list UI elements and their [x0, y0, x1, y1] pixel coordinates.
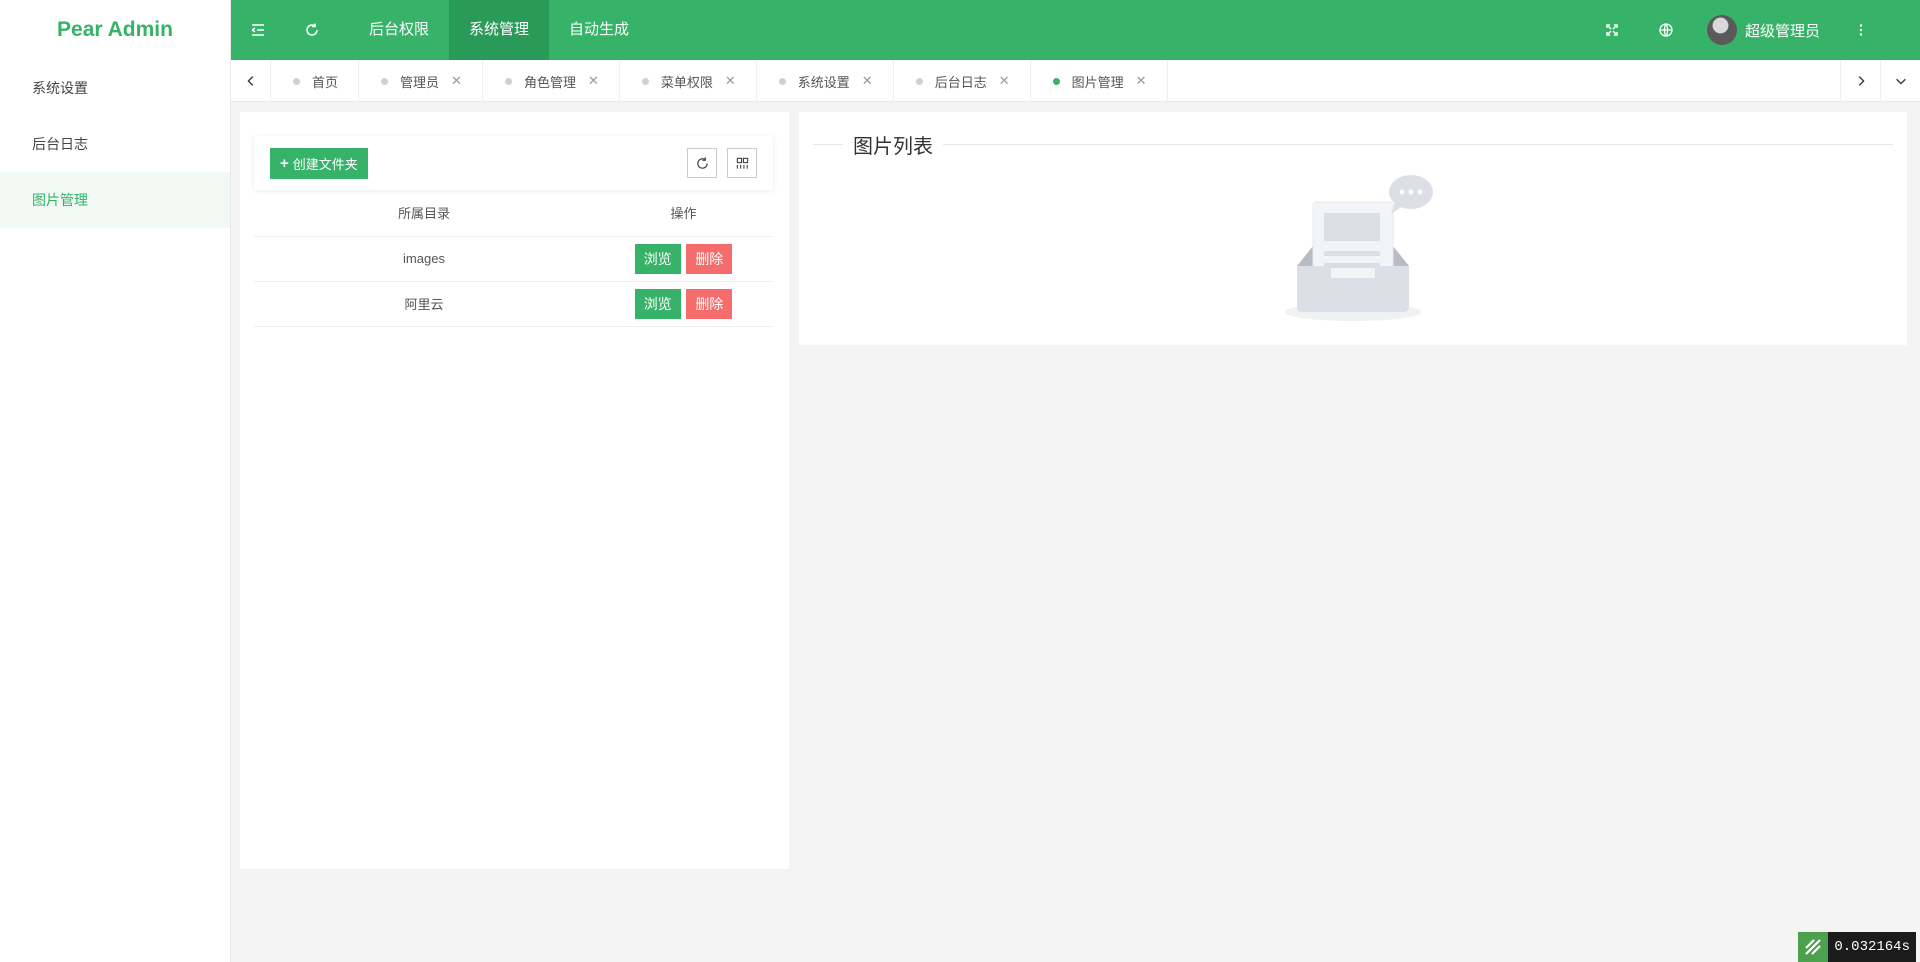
tab-list: 首页 管理员 ✕ 角色管理 ✕ 菜单权限 ✕ 系统设置 ✕ 后台日志 ✕ 图片管…	[271, 60, 1840, 102]
empty-inbox-icon	[1285, 175, 1433, 321]
tab-label: 后台日志	[934, 74, 987, 90]
image-list-legend: 图片列表	[813, 132, 1893, 158]
tab-menu-permissions[interactable]: 菜单权限 ✕	[620, 60, 757, 102]
top-nav: 后台权限 系统管理 自动生成	[349, 0, 649, 60]
image-list-title: 图片列表	[853, 135, 933, 158]
folder-toolbar: + 创建文件夹	[254, 136, 773, 190]
fullscreen-icon[interactable]	[1585, 0, 1639, 60]
nav-item-permissions[interactable]: 后台权限	[349, 0, 449, 60]
refresh-icon[interactable]	[687, 148, 717, 178]
tab-label: 系统设置	[797, 74, 850, 90]
nav-item-system[interactable]: 系统管理	[449, 0, 550, 60]
tab-dot-icon	[293, 77, 300, 85]
plus-icon: +	[280, 154, 289, 172]
tab-label: 角色管理	[523, 74, 576, 90]
create-folder-label: 创建文件夹	[292, 156, 358, 172]
toolbar-icons	[687, 148, 757, 178]
tab-label: 管理员	[400, 74, 440, 90]
browse-button[interactable]: 浏览	[634, 243, 681, 274]
close-icon[interactable]: ✕	[725, 73, 736, 89]
sidebar-item-system-settings[interactable]: 系统设置	[0, 60, 230, 116]
tab-label: 首页	[312, 74, 339, 90]
delete-button[interactable]: 删除	[686, 288, 733, 319]
delete-button[interactable]: 删除	[686, 243, 733, 274]
tab-dot-icon	[641, 77, 649, 85]
legend-line	[943, 143, 1893, 145]
row-actions: 浏览 删除	[594, 236, 773, 282]
close-icon[interactable]: ✕	[999, 73, 1010, 89]
sidebar: Pear Admin 系统设置 后台日志 图片管理	[0, 0, 231, 962]
user-name: 超级管理员	[1744, 22, 1820, 40]
debug-timer[interactable]: 0.032164s	[1798, 932, 1916, 962]
debugbar-logo-icon	[1798, 932, 1829, 962]
folder-table: 所属目录 操作 images 浏览 删除 阿里云 浏览 删除	[254, 190, 773, 327]
table-header-row: 所属目录 操作	[254, 190, 773, 237]
globe-icon[interactable]	[1639, 0, 1693, 60]
tab-dot-icon	[1052, 77, 1060, 85]
app-logo[interactable]: Pear Admin	[0, 0, 230, 60]
tab-logs[interactable]: 后台日志 ✕	[894, 60, 1031, 102]
timer-value: 0.032164s	[1834, 939, 1910, 955]
sidebar-menu: 系统设置 后台日志 图片管理	[0, 60, 230, 228]
chevron-down-icon[interactable]	[1880, 60, 1920, 102]
close-icon[interactable]: ✕	[1136, 73, 1147, 89]
chevron-left-icon[interactable]	[231, 60, 271, 102]
tab-label: 图片管理	[1071, 74, 1124, 90]
table-row: 阿里云 浏览 删除	[254, 281, 773, 327]
tab-admins[interactable]: 管理员 ✕	[359, 60, 483, 102]
row-actions: 浏览 删除	[594, 281, 773, 327]
tab-dot-icon	[381, 77, 389, 85]
browse-button[interactable]: 浏览	[634, 288, 681, 319]
close-icon[interactable]: ✕	[862, 73, 873, 89]
tab-dot-icon	[504, 77, 512, 85]
folder-name: 阿里云	[254, 281, 594, 327]
legend-line	[813, 143, 843, 145]
columns-icon[interactable]	[727, 148, 757, 178]
sidebar-item-logs[interactable]: 后台日志	[0, 116, 230, 172]
image-list-panel: 图片列表	[799, 112, 1907, 345]
folder-panel: + 创建文件夹 所属目录 操作 images 浏览 删除 阿里云 浏览 删除	[240, 112, 789, 869]
column-header-directory[interactable]: 所属目录	[254, 190, 594, 237]
header-right: 超级管理员	[1585, 0, 1920, 60]
tab-image-management[interactable]: 图片管理 ✕	[1031, 60, 1168, 102]
chevron-right-icon[interactable]	[1840, 60, 1880, 102]
close-icon[interactable]: ✕	[588, 73, 599, 89]
create-folder-button[interactable]: + 创建文件夹	[270, 147, 368, 179]
user-menu[interactable]: 超级管理员	[1693, 15, 1834, 45]
close-icon[interactable]: ✕	[451, 73, 462, 89]
refresh-icon[interactable]	[285, 0, 339, 60]
sidebar-item-image-management[interactable]: 图片管理	[0, 172, 230, 228]
tab-dot-icon	[915, 77, 923, 85]
tab-label: 菜单权限	[660, 74, 713, 90]
tab-roles[interactable]: 角色管理 ✕	[483, 60, 620, 102]
nav-item-generate[interactable]: 自动生成	[549, 0, 649, 60]
avatar	[1706, 15, 1737, 45]
tab-dot-icon	[778, 77, 786, 85]
tab-bar: 首页 管理员 ✕ 角色管理 ✕ 菜单权限 ✕ 系统设置 ✕ 后台日志 ✕ 图片管…	[231, 60, 1920, 102]
tab-system-settings[interactable]: 系统设置 ✕	[757, 60, 894, 102]
top-header: 后台权限 系统管理 自动生成 超级管理员	[231, 0, 1920, 60]
tab-home[interactable]: 首页	[271, 60, 360, 102]
menu-fold-icon[interactable]	[231, 0, 285, 60]
folder-name: images	[254, 236, 594, 282]
more-vertical-icon[interactable]	[1834, 0, 1888, 60]
table-row: images 浏览 删除	[254, 236, 773, 282]
column-header-actions[interactable]: 操作	[594, 190, 773, 237]
